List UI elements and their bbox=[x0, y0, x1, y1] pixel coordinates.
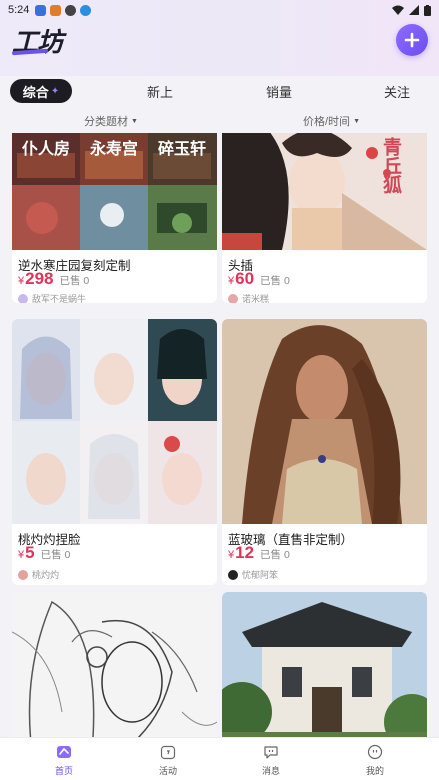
product-card[interactable]: 蓝玻璃（直售非定制） ¥ 12 已售 0 忧郁阿笨 bbox=[222, 319, 427, 585]
tab-new[interactable]: 新上 bbox=[140, 79, 180, 103]
price-row: ¥ 298 已售 0 bbox=[18, 269, 89, 289]
currency-symbol: ¥ bbox=[18, 275, 25, 287]
currency-symbol: ¥ bbox=[228, 549, 235, 561]
avatar bbox=[228, 569, 238, 580]
seller-row: 忧郁阿笨 bbox=[228, 568, 278, 581]
home-icon bbox=[57, 746, 71, 758]
product-image bbox=[12, 592, 217, 737]
download-notification-icon bbox=[80, 4, 92, 16]
add-button[interactable] bbox=[396, 24, 428, 56]
caret-down-icon: ▼ bbox=[131, 117, 138, 125]
product-card[interactable] bbox=[12, 592, 217, 737]
plus-icon bbox=[404, 32, 420, 48]
app-notification-icon bbox=[65, 4, 77, 16]
sold-count: 已售 0 bbox=[59, 275, 90, 287]
image-caption: 碎玉轩 bbox=[158, 139, 207, 158]
filter-bar: 分类题材 ▼ 价格/时间 ▼ bbox=[0, 108, 439, 132]
nav-label: 首页 bbox=[54, 766, 73, 776]
signal-icon bbox=[409, 5, 419, 15]
price-row: ¥ 5 已售 0 bbox=[18, 543, 70, 563]
tab-label: 综合 bbox=[22, 84, 49, 100]
profile-icon bbox=[367, 744, 383, 760]
product-card[interactable]: 仆人房 永寿宫 碎玉轩 逆水寒庄园复刻定制 ¥ 298 已售 0 敌军不是蜗牛 bbox=[12, 133, 217, 303]
app-notification-icon bbox=[35, 4, 47, 16]
status-bar: 5:24 bbox=[0, 0, 439, 20]
product-price: 12 bbox=[235, 543, 255, 562]
avatar bbox=[18, 569, 28, 580]
image-caption: 永寿宫 bbox=[90, 139, 139, 158]
avatar bbox=[18, 293, 28, 303]
sold-count: 已售 0 bbox=[260, 275, 290, 287]
tab-label: 销量 bbox=[265, 84, 292, 100]
sparkle-icon: ✦ bbox=[50, 85, 60, 97]
nav-label: 活动 bbox=[158, 766, 177, 776]
category-filter-label: 分类题材 bbox=[84, 116, 128, 128]
tab-sales[interactable]: 销量 bbox=[259, 79, 299, 103]
price-row: ¥ 60 已售 0 bbox=[228, 269, 290, 289]
tab-following[interactable]: 关注 bbox=[377, 79, 417, 103]
tab-label: 关注 bbox=[383, 84, 410, 100]
sold-count: 已售 0 bbox=[40, 549, 71, 561]
category-tabs: 综合 ✦ 新上 销量 关注 bbox=[0, 76, 439, 106]
product-card[interactable]: 青丘狐 头插 ¥ 60 已售 0 诺米糕 bbox=[222, 133, 427, 303]
seller-name: 诺米糕 bbox=[242, 294, 270, 303]
seller-row: 诺米糕 bbox=[228, 292, 269, 303]
product-card[interactable] bbox=[222, 592, 427, 737]
product-price: 60 bbox=[235, 269, 255, 288]
product-card[interactable]: 桃灼灼捏脸 ¥ 5 已售 0 桃灼灼 bbox=[12, 319, 217, 585]
currency-symbol: ¥ bbox=[18, 549, 25, 561]
nav-activity[interactable]: 活动 bbox=[138, 743, 198, 777]
seller-name: 桃灼灼 bbox=[32, 570, 60, 580]
price-row: ¥ 12 已售 0 bbox=[228, 543, 290, 563]
seller-name: 敌军不是蜗牛 bbox=[32, 294, 87, 303]
product-price: 5 bbox=[25, 543, 35, 562]
nav-messages[interactable]: 消息 bbox=[241, 743, 301, 777]
product-image bbox=[222, 319, 427, 524]
bottom-navigation: 首页 活动 消息 我的 bbox=[0, 737, 439, 780]
avatar bbox=[228, 293, 238, 303]
nav-label: 我的 bbox=[365, 766, 384, 776]
price-time-filter-label: 价格/时间 bbox=[303, 116, 351, 128]
tab-comprehensive[interactable]: 综合 ✦ bbox=[10, 79, 72, 103]
product-image bbox=[222, 592, 427, 737]
nav-profile[interactable]: 我的 bbox=[345, 743, 405, 777]
product-price: 298 bbox=[25, 269, 54, 288]
product-image: 仆人房 永寿宫 碎玉轩 bbox=[12, 133, 217, 250]
nav-label: 消息 bbox=[261, 766, 280, 776]
price-time-filter[interactable]: 价格/时间 ▼ bbox=[303, 113, 360, 129]
caret-down-icon: ▼ bbox=[353, 117, 360, 125]
image-caption: 仆人房 bbox=[22, 139, 71, 158]
product-image bbox=[12, 319, 217, 524]
app-notification-icon bbox=[50, 4, 62, 16]
currency-symbol: ¥ bbox=[228, 275, 235, 287]
wifi-icon bbox=[392, 5, 404, 15]
seller-row: 桃灼灼 bbox=[18, 568, 59, 581]
battery-icon bbox=[424, 4, 431, 16]
image-caption: 青丘狐 bbox=[380, 137, 402, 194]
seller-row: 敌军不是蜗牛 bbox=[18, 292, 86, 303]
sold-count: 已售 0 bbox=[260, 549, 290, 561]
product-image: 青丘狐 bbox=[222, 133, 427, 250]
tab-label: 新上 bbox=[146, 84, 173, 100]
status-time: 5:24 bbox=[8, 4, 30, 16]
message-icon bbox=[264, 746, 278, 759]
activity-icon bbox=[160, 745, 176, 760]
seller-name: 忧郁阿笨 bbox=[242, 570, 279, 580]
product-grid: 仆人房 永寿宫 碎玉轩 逆水寒庄园复刻定制 ¥ 298 已售 0 敌军不是蜗牛 bbox=[0, 133, 439, 737]
category-filter[interactable]: 分类题材 ▼ bbox=[84, 113, 138, 129]
nav-home[interactable]: 首页 bbox=[34, 743, 94, 777]
